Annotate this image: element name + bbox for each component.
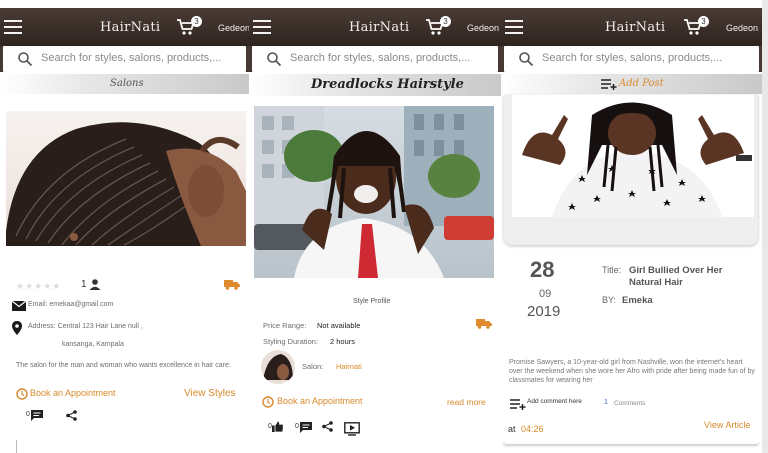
salon-description: The salon for the man and woman who want…: [16, 362, 231, 369]
salon-label: Salon:: [302, 362, 324, 371]
comments-label[interactable]: Comments: [614, 400, 645, 407]
styling-duration-value: 2 hours: [330, 337, 356, 346]
menu-icon[interactable]: [253, 20, 271, 34]
view-styles-link[interactable]: View Styles: [184, 388, 236, 399]
salon-address-line2: kansanga, Kampala: [62, 341, 124, 348]
clock-icon: [16, 388, 28, 400]
search-input[interactable]: Search for styles, salons, products,...: [504, 46, 759, 72]
book-appointment-link[interactable]: Book an Appointment: [30, 388, 116, 398]
menu-icon[interactable]: [4, 20, 22, 34]
price-range-label: Price Range:: [263, 321, 307, 330]
menu-icon[interactable]: [505, 20, 523, 34]
salon-address-line1: Address: Central 123 Hair Lane null ,: [28, 323, 143, 330]
article-screen: HairNati 3 Gedeon Search for styles, sal…: [501, 0, 762, 453]
cart-badge: 3: [191, 16, 202, 27]
article-photo: [512, 95, 754, 217]
salon-name-link[interactable]: Hairnati: [336, 362, 362, 371]
section-title: Salons: [110, 78, 144, 89]
share-icon[interactable]: [66, 410, 77, 421]
salon-screen: HairNati 3 Gedeon Search for styles, sal…: [0, 0, 249, 453]
search-bar: Search for styles, salons, products,...: [501, 46, 762, 72]
delivery-icon[interactable]: [476, 318, 492, 329]
article-title[interactable]: Girl Bullied Over Her Natural Hair: [629, 265, 749, 289]
article-author: Emeka: [622, 295, 653, 306]
add-post-icon: [601, 79, 617, 90]
view-article-link[interactable]: View Article: [704, 420, 750, 430]
article-day: 28: [530, 257, 555, 282]
location-icon: [12, 321, 22, 335]
app-brand: HairNati: [605, 20, 666, 35]
comment-count: 0: [26, 411, 30, 418]
add-post-bar[interactable]: Add Post: [501, 74, 762, 94]
styling-duration-label: Styling Duration:: [263, 337, 319, 346]
app-brand: HairNati: [100, 20, 161, 35]
article-card[interactable]: [504, 95, 758, 245]
read-more-link[interactable]: read more: [447, 397, 486, 407]
person-icon: [89, 279, 101, 290]
card-bottom-edge: [503, 440, 759, 444]
search-icon: [18, 52, 33, 67]
style-profile-label: Style Profile: [353, 298, 391, 305]
title-label: Title:: [602, 265, 622, 275]
salon-photo[interactable]: [6, 111, 246, 246]
comment-icon[interactable]: [31, 410, 43, 421]
search-placeholder: Search for styles, salons, products,...: [41, 52, 222, 64]
clock-icon: [262, 396, 274, 408]
app-bar: HairNati 3 Gedeon: [249, 8, 501, 46]
app-brand: HairNati: [349, 20, 410, 35]
cart-badge: 3: [698, 16, 709, 27]
article-excerpt: Promise Sawyers, a 10-year-old girl from…: [509, 359, 755, 384]
search-icon: [519, 52, 534, 67]
delivery-icon[interactable]: [224, 279, 240, 290]
book-appointment-link[interactable]: Book an Appointment: [277, 396, 363, 406]
article-time: 04:26: [521, 424, 544, 434]
search-bar: Search for styles, salons, products,...: [249, 46, 501, 72]
search-input[interactable]: Search for styles, salons, products,...: [252, 46, 498, 72]
search-placeholder: Search for styles, salons, products,...: [542, 52, 723, 64]
article-year: 2019: [527, 303, 561, 320]
email-icon: [12, 301, 26, 311]
app-bar: HairNati 3 Gedeon: [501, 8, 762, 46]
section-header: Dreadlocks Hairstyle: [249, 74, 501, 96]
app-bar: HairNati 3 Gedeon: [0, 8, 249, 46]
search-bar: Search for styles, salons, products,...: [0, 46, 249, 72]
add-post-label: Add Post: [619, 78, 664, 89]
add-comment-link[interactable]: Add comment here: [527, 398, 582, 405]
search-input[interactable]: Search for styles, salons, products,...: [3, 46, 246, 72]
user-name[interactable]: Gedeon: [467, 23, 499, 33]
section-title: Dreadlocks Hairstyle: [311, 77, 464, 92]
screen-edge: [762, 0, 768, 453]
divider: [16, 440, 17, 453]
thumbs-up-icon[interactable]: [272, 421, 283, 432]
share-icon[interactable]: [322, 421, 333, 432]
salon-avatar[interactable]: [261, 350, 295, 384]
comment-icon[interactable]: [300, 422, 312, 433]
salon-email: Email: emekaa@gmail.com: [28, 301, 114, 308]
style-screen: HairNati 3 Gedeon Search for styles, sal…: [249, 0, 501, 453]
cart-badge: 3: [440, 16, 451, 27]
author-label: BY:: [602, 295, 617, 305]
price-range-value: Not available: [317, 321, 361, 330]
user-name[interactable]: Gedeon: [218, 23, 249, 33]
user-name[interactable]: Gedeon: [726, 23, 758, 33]
section-header: Salons: [0, 74, 249, 94]
search-icon: [267, 52, 282, 67]
comments-count: 1: [604, 399, 608, 406]
comment-count: 0: [295, 423, 299, 430]
time-prefix: at: [508, 424, 516, 434]
style-photo[interactable]: [254, 106, 494, 278]
search-placeholder: Search for styles, salons, products,...: [290, 52, 471, 64]
video-icon[interactable]: [344, 422, 360, 436]
add-comment-icon[interactable]: [510, 399, 526, 411]
rating-stars[interactable]: ★★★★★: [16, 281, 61, 292]
rating-count: 1: [81, 279, 87, 290]
article-month: 09: [539, 288, 552, 300]
